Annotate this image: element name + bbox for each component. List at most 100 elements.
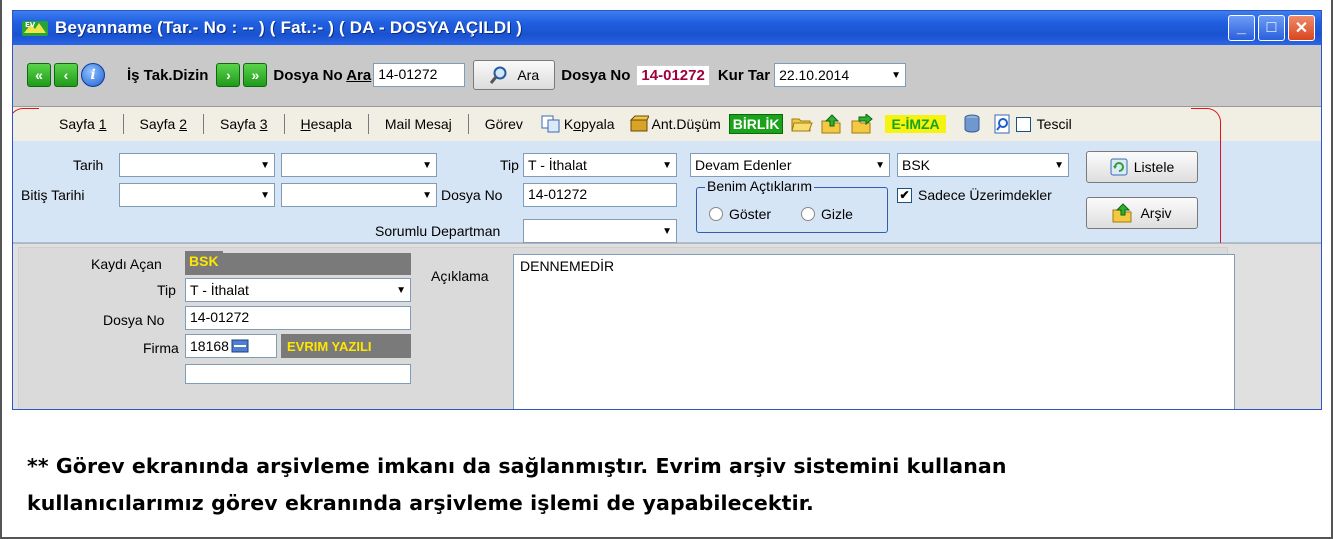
app-logo-icon: EV bbox=[22, 21, 48, 36]
aciklama-value: DENNEMEDİR bbox=[520, 258, 615, 274]
chevron-down-icon: ▼ bbox=[260, 189, 270, 201]
copy-icon bbox=[541, 115, 560, 133]
benim-actiklarim-group: Benim Açtıklarım Göster Gizle bbox=[696, 178, 888, 233]
tab-hesapla[interactable]: Hesapla bbox=[285, 114, 369, 134]
listele-label: Listele bbox=[1133, 159, 1175, 175]
is-tak-dizin-label: İş Tak.Dizin bbox=[127, 66, 209, 84]
next-record-button[interactable]: › bbox=[216, 63, 241, 87]
sadece-uzerimdekiler-checkbox[interactable]: ✔ Sadece Üzerimdekler bbox=[897, 187, 1052, 203]
last-record-button[interactable]: » bbox=[243, 63, 268, 87]
export-button[interactable] bbox=[851, 114, 874, 134]
tarih-end-select[interactable]: ▼ bbox=[281, 153, 437, 177]
caption-line-1: ** Görev ekranında arşivleme imkanı da s… bbox=[27, 454, 1007, 478]
kaydi-acan-value: BSK bbox=[185, 251, 223, 271]
tescil-checkbox[interactable]: Tescil bbox=[1015, 116, 1072, 132]
refresh-icon bbox=[1110, 158, 1128, 176]
e-imza-button[interactable]: E-İMZA bbox=[885, 115, 946, 133]
minimize-icon: _ bbox=[1237, 19, 1246, 36]
tab-sayfa-3[interactable]: Sayfa 3 bbox=[204, 114, 285, 134]
ant-dusum-label: Ant.Düşüm bbox=[651, 116, 721, 132]
ara-button-label: Ara bbox=[517, 67, 540, 83]
detail-panel: Kaydı Açan BSK Tip T - İthalat ▼ Dosya No… bbox=[13, 243, 1321, 409]
maximize-button[interactable]: □ bbox=[1258, 15, 1285, 41]
tab-gorev[interactable]: Görev bbox=[469, 114, 539, 134]
ant-dusum-button[interactable]: Ant.Düşüm bbox=[629, 115, 721, 133]
upload-button[interactable] bbox=[821, 114, 843, 134]
minimize-button[interactable]: _ bbox=[1228, 15, 1255, 41]
title-bar[interactable]: EV Beyanname (Tar.- No : -- ) ( Fat.:- )… bbox=[13, 11, 1321, 45]
toolbar: « ‹ i İş Tak.Dizin › » Dosya No Ara 14-0… bbox=[13, 45, 1321, 107]
folder-icon bbox=[791, 118, 814, 132]
aciklama-textarea[interactable]: DENNEMEDİR bbox=[513, 254, 1235, 409]
page-search-icon bbox=[994, 114, 1010, 134]
durum-value: Devam Edenler bbox=[695, 157, 792, 173]
aciklama-label: Açıklama bbox=[431, 268, 489, 284]
chevron-left-icon: ‹ bbox=[63, 67, 69, 83]
dosya-no-search-input[interactable]: 14-01272 bbox=[373, 63, 466, 87]
chevron-down-icon: ▼ bbox=[662, 225, 672, 237]
sorumlu-departman-select[interactable]: ▼ bbox=[523, 219, 677, 243]
detail-dosya-no-input[interactable]: 14-01272 bbox=[185, 306, 411, 330]
chevron-down-icon: ▼ bbox=[875, 159, 885, 171]
info-icon: i bbox=[90, 67, 96, 83]
gizle-radio-circle[interactable] bbox=[801, 207, 815, 221]
listele-button[interactable]: Listele bbox=[1086, 151, 1198, 183]
detail-tip-label: Tip bbox=[157, 282, 176, 298]
kopyala-label: Kopyala bbox=[563, 116, 615, 132]
extra-field-input[interactable] bbox=[185, 364, 411, 384]
chevron-down-icon: ▼ bbox=[662, 159, 672, 171]
arsiv-button[interactable]: Arşiv bbox=[1086, 197, 1198, 229]
dosya-no-label: Dosya No bbox=[561, 66, 631, 84]
ara-button[interactable]: Ara bbox=[473, 60, 556, 90]
tip-label: Tip bbox=[500, 157, 519, 173]
goster-radio[interactable]: Göster bbox=[709, 206, 771, 222]
tip-select[interactable]: T - İthalat ▼ bbox=[523, 153, 677, 177]
sorumlu-departman-label: Sorumlu Departman bbox=[375, 223, 501, 239]
database-icon bbox=[964, 114, 980, 133]
chevron-down-icon: ▼ bbox=[1054, 159, 1064, 171]
chevron-down-icon: ▼ bbox=[422, 189, 432, 201]
gizle-radio[interactable]: Gizle bbox=[801, 206, 853, 222]
tab-sayfa-2[interactable]: Sayfa 2 bbox=[124, 114, 204, 134]
durum-select[interactable]: Devam Edenler ▼ bbox=[690, 153, 890, 177]
tab-sayfa-1[interactable]: Sayfa 1 bbox=[43, 114, 124, 134]
close-icon: ✕ bbox=[1294, 20, 1309, 37]
kullanici-select[interactable]: BSK ▼ bbox=[897, 153, 1069, 177]
chevron-down-icon: ▼ bbox=[422, 159, 432, 171]
birlik-button[interactable]: BİRLİK bbox=[728, 114, 784, 134]
detail-tip-select[interactable]: T - İthalat ▼ bbox=[185, 278, 411, 302]
kur-tar-select[interactable]: 22.10.2014 ▼ bbox=[774, 63, 907, 87]
chevron-down-icon: ▼ bbox=[396, 284, 406, 296]
chevron-down-icon: ▼ bbox=[891, 69, 902, 81]
box-icon bbox=[629, 115, 649, 132]
goster-label: Göster bbox=[729, 206, 772, 222]
preview-button[interactable] bbox=[994, 114, 1012, 134]
kopyala-button[interactable]: Kopyala bbox=[541, 115, 615, 133]
maximize-icon: □ bbox=[1266, 19, 1277, 36]
firma-code-input[interactable]: 18168 bbox=[185, 334, 277, 358]
dosya-no-filter-input[interactable]: 14-01272 bbox=[523, 183, 677, 207]
prev-record-button[interactable]: ‹ bbox=[54, 63, 78, 87]
goster-radio-circle[interactable] bbox=[709, 207, 723, 221]
benim-actiklarim-title: Benim Açtıklarım bbox=[705, 178, 815, 194]
database-button[interactable] bbox=[964, 114, 980, 134]
dosya-no-value: 14-01272 bbox=[636, 64, 710, 86]
tab-mail-mesaj[interactable]: Mail Mesaj bbox=[369, 114, 469, 134]
check-icon[interactable]: ✔ bbox=[897, 187, 912, 203]
info-button[interactable]: i bbox=[81, 63, 105, 87]
tescil-checkbox-box[interactable] bbox=[1015, 116, 1031, 132]
caption-line-2: kullanıcılarımız görev ekranında arşivle… bbox=[27, 491, 814, 515]
kullanici-value: BSK bbox=[902, 157, 931, 173]
bitis-end-select[interactable]: ▼ bbox=[281, 183, 437, 207]
folder-open-button[interactable] bbox=[791, 115, 814, 133]
kur-tar-value: 22.10.2014 bbox=[779, 67, 850, 83]
close-button[interactable]: ✕ bbox=[1288, 15, 1315, 41]
filter-panel: Tarih ▼ ▼ Bitiş Tarihi ▼ ▼ Tip T - İthal… bbox=[13, 141, 1321, 243]
tarih-start-select[interactable]: ▼ bbox=[119, 153, 275, 177]
lookup-icon bbox=[231, 339, 249, 353]
first-record-button[interactable]: « bbox=[27, 63, 51, 87]
kur-tar-label: Kur Tar bbox=[717, 66, 771, 84]
folder-up-icon bbox=[1112, 203, 1132, 223]
tab-bar: Sayfa 1 Sayfa 2 Sayfa 3 Hesapla Mail Mes… bbox=[13, 107, 1321, 141]
bitis-start-select[interactable]: ▼ bbox=[119, 183, 275, 207]
